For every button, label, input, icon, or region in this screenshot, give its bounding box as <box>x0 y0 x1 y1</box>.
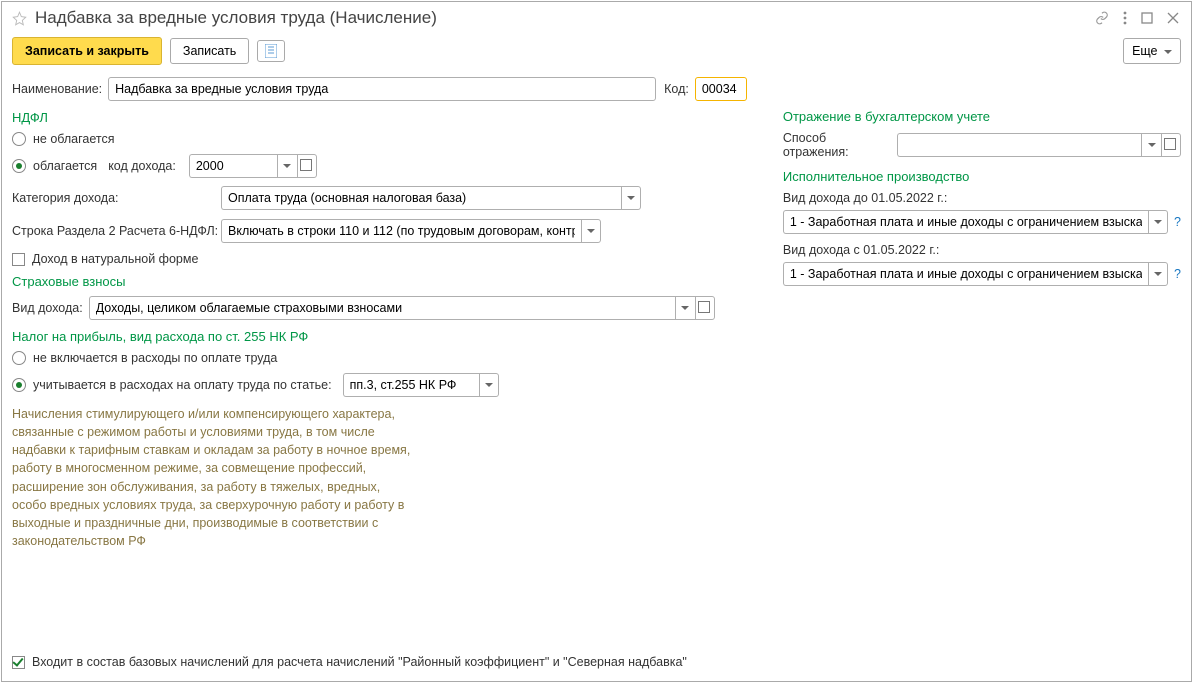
ndfl-not-taxed-radio[interactable] <box>12 132 26 146</box>
ins-type-dropdown[interactable] <box>675 296 695 320</box>
code-input[interactable] <box>695 77 747 101</box>
more-button[interactable]: Еще <box>1123 38 1181 64</box>
category-input[interactable] <box>221 186 621 210</box>
after-label: Вид дохода с 01.05.2022 г.: <box>783 243 1181 257</box>
ndfl-taxed-radio[interactable] <box>12 159 26 173</box>
row6-input[interactable] <box>221 219 581 243</box>
income-code-pick[interactable] <box>297 154 317 178</box>
close-icon[interactable] <box>1167 12 1179 24</box>
profit-included-label: учитывается в расходах на оплату труда п… <box>33 378 332 392</box>
exec-header: Исполнительное производство <box>783 169 1181 184</box>
ins-type-input[interactable] <box>89 296 675 320</box>
ins-type-pick[interactable] <box>695 296 715 320</box>
code-label: Код: <box>664 82 689 96</box>
row6-label: Строка Раздела 2 Расчета 6-НДФЛ: <box>12 224 221 238</box>
help-after-icon[interactable]: ? <box>1174 267 1181 281</box>
method-pick[interactable] <box>1161 133 1181 157</box>
help-before-icon[interactable]: ? <box>1174 215 1181 229</box>
natural-checkbox[interactable] <box>12 253 25 266</box>
before-input[interactable] <box>783 210 1148 234</box>
ins-header: Страховые взносы <box>12 274 747 289</box>
natural-label: Доход в натуральной форме <box>32 252 198 266</box>
profit-header: Налог на прибыль, вид расхода по ст. 255… <box>12 329 747 344</box>
ins-type-label: Вид дохода: <box>12 301 83 315</box>
profit-included-radio[interactable] <box>12 378 26 392</box>
footer-checkbox[interactable] <box>12 656 25 669</box>
after-dropdown[interactable] <box>1148 262 1168 286</box>
category-dropdown[interactable] <box>621 186 641 210</box>
save-close-button[interactable]: Записать и закрыть <box>12 37 162 65</box>
name-label: Наименование: <box>12 82 102 96</box>
category-label: Категория дохода: <box>12 191 221 205</box>
before-label: Вид дохода до 01.05.2022 г.: <box>783 191 1181 205</box>
article-dropdown[interactable] <box>479 373 499 397</box>
name-input[interactable] <box>108 77 656 101</box>
link-icon[interactable] <box>1095 11 1109 25</box>
maximize-icon[interactable] <box>1141 12 1153 24</box>
acc-header: Отражение в бухгалтерском учете <box>783 109 1181 124</box>
footer-label: Входит в состав базовых начислений для р… <box>32 655 687 669</box>
income-code-input[interactable] <box>189 154 277 178</box>
before-dropdown[interactable] <box>1148 210 1168 234</box>
article-input[interactable] <box>343 373 479 397</box>
ndfl-not-taxed-label: не облагается <box>33 132 115 146</box>
profit-excluded-radio[interactable] <box>12 351 26 365</box>
after-input[interactable] <box>783 262 1148 286</box>
star-icon[interactable] <box>12 11 27 26</box>
method-input[interactable] <box>897 133 1141 157</box>
method-dropdown[interactable] <box>1141 133 1161 157</box>
window-title: Надбавка за вредные условия труда (Начис… <box>35 8 1087 28</box>
method-label: Способ отражения: <box>783 131 891 159</box>
save-button[interactable]: Записать <box>170 38 249 64</box>
income-code-dropdown[interactable] <box>277 154 297 178</box>
profit-note: Начисления стимулирующего и/или компенси… <box>12 405 412 550</box>
ndfl-taxed-label: облагается <box>33 159 97 173</box>
ndfl-header: НДФЛ <box>12 110 747 125</box>
dots-icon[interactable] <box>1123 11 1127 25</box>
income-code-label: код дохода: <box>108 159 176 173</box>
profit-excluded-label: не включается в расходы по оплате труда <box>33 351 277 365</box>
row6-dropdown[interactable] <box>581 219 601 243</box>
list-icon-button[interactable] <box>257 40 285 62</box>
